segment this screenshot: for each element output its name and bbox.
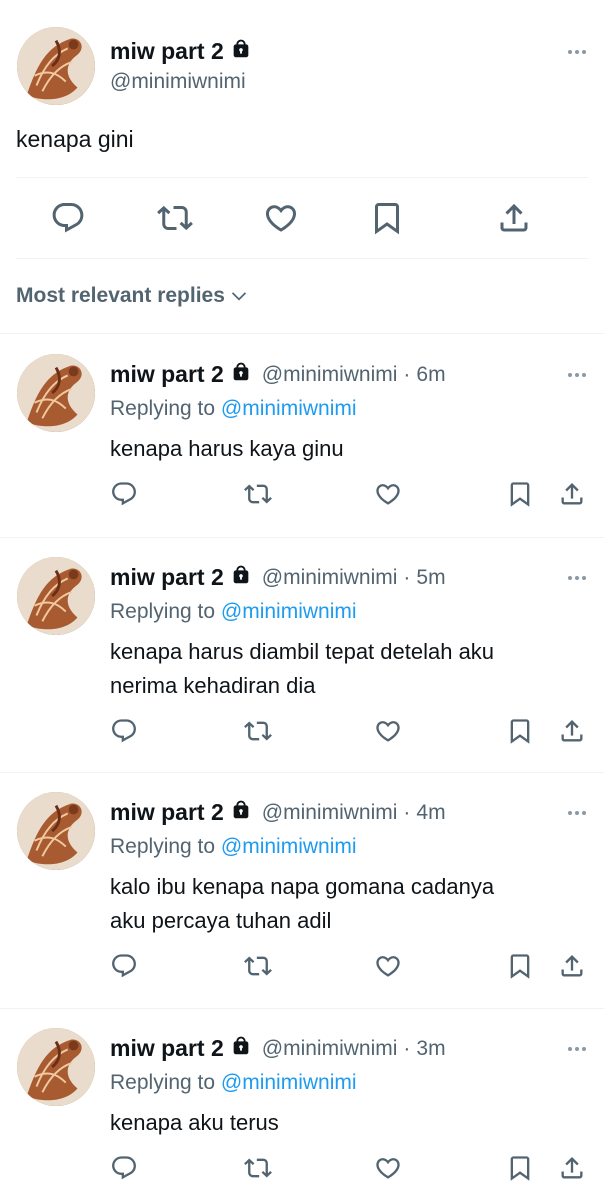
reply-icon[interactable]: [110, 480, 138, 508]
divider: [0, 333, 604, 334]
reply-text-line: kenapa harus kaya ginu: [110, 436, 344, 461]
share-icon[interactable]: [558, 952, 586, 980]
divider: [16, 177, 588, 178]
divider: [16, 258, 588, 259]
separator-dot: ·: [403, 362, 411, 386]
reply-header: miw part 2 @minimiwnimi · 5m: [110, 564, 446, 591]
reply-header: miw part 2 @minimiwnimi · 4m: [110, 799, 446, 826]
reply-text: kenapa harus diambil tepat detelah aku ne…: [110, 635, 494, 703]
reply-text: kenapa aku terus: [110, 1106, 279, 1140]
more-options-icon[interactable]: [565, 40, 589, 64]
reply-header: miw part 2 @minimiwnimi · 3m: [110, 1035, 446, 1062]
share-icon[interactable]: [558, 480, 586, 508]
divider: [0, 1008, 604, 1009]
lock-icon: [230, 1035, 252, 1062]
share-icon[interactable]: [558, 717, 586, 745]
lock-icon: [230, 799, 252, 826]
replying-to: Replying to @minimiwnimi: [110, 397, 357, 421]
more-options-icon[interactable]: [565, 801, 589, 825]
bookmark-icon[interactable]: [506, 717, 534, 745]
author-name[interactable]: miw part 2: [110, 38, 224, 65]
reply-avatar[interactable]: [17, 354, 95, 432]
reply-author-handle[interactable]: @minimiwnimi: [262, 801, 398, 825]
more-options-icon[interactable]: [565, 363, 589, 387]
reply-text-line: kalo ibu kenapa napa gomana cadanya: [110, 874, 495, 899]
bookmark-icon[interactable]: [506, 1154, 534, 1182]
tweet-text: kenapa gini: [16, 126, 134, 152]
heart-icon[interactable]: [374, 480, 402, 508]
heart-icon[interactable]: [374, 1154, 402, 1182]
reply-icon[interactable]: [110, 952, 138, 980]
reply-text-line: kenapa aku terus: [110, 1110, 279, 1135]
author-handle[interactable]: @minimiwnimi: [110, 70, 246, 94]
reply-text-line: kenapa harus diambil tepat detelah aku: [110, 639, 495, 664]
reply-text-line: nerima kehadiran dia: [110, 673, 316, 698]
heart-icon[interactable]: [374, 717, 402, 745]
heart-icon[interactable]: [263, 200, 299, 236]
replying-to: Replying to @minimiwnimi: [110, 835, 357, 859]
chevron-down-icon: [229, 286, 249, 306]
bookmark-icon[interactable]: [369, 200, 405, 236]
replying-prefix: Replying to: [110, 1071, 221, 1094]
reply-avatar[interactable]: [17, 557, 95, 635]
more-options-icon[interactable]: [565, 566, 589, 590]
replying-prefix: Replying to: [110, 397, 221, 420]
reply-author-handle[interactable]: @minimiwnimi: [262, 1037, 398, 1061]
lock-icon: [230, 564, 252, 591]
lock-icon: [230, 361, 252, 388]
reply-timestamp[interactable]: 5m: [416, 566, 445, 590]
reply-author-name[interactable]: miw part 2: [110, 799, 224, 826]
reply-header: miw part 2 @minimiwnimi · 6m: [110, 361, 446, 388]
bookmark-icon[interactable]: [506, 480, 534, 508]
reply-text: kalo ibu kenapa napa gomana cadanya aku p…: [110, 870, 494, 938]
reply-avatar[interactable]: [17, 792, 95, 870]
reply-timestamp[interactable]: 4m: [416, 801, 445, 825]
retweet-icon[interactable]: [244, 480, 272, 508]
reply-text: kenapa harus kaya ginu: [110, 432, 344, 466]
separator-dot: ·: [403, 1036, 411, 1060]
reply-timestamp[interactable]: 3m: [416, 1037, 445, 1061]
retweet-icon[interactable]: [157, 200, 193, 236]
bookmark-icon[interactable]: [506, 952, 534, 980]
replying-mention-link[interactable]: @minimiwnimi: [221, 835, 357, 858]
reply-author-name[interactable]: miw part 2: [110, 564, 224, 591]
divider: [0, 537, 604, 538]
retweet-icon[interactable]: [244, 952, 272, 980]
replying-mention-link[interactable]: @minimiwnimi: [221, 1071, 357, 1094]
reply-author-name[interactable]: miw part 2: [110, 361, 224, 388]
reply-icon[interactable]: [110, 717, 138, 745]
reply-author-handle[interactable]: @minimiwnimi: [262, 363, 398, 387]
share-icon[interactable]: [496, 200, 532, 236]
replying-prefix: Replying to: [110, 835, 221, 858]
author-avatar[interactable]: [17, 27, 95, 105]
reply-icon[interactable]: [50, 200, 86, 236]
reply-text-line: aku percaya tuhan adil: [110, 908, 332, 933]
sort-replies-button[interactable]: Most relevant replies: [16, 284, 249, 308]
heart-icon[interactable]: [374, 952, 402, 980]
lock-icon: [230, 38, 252, 65]
separator-dot: ·: [403, 800, 411, 824]
author-name-row: miw part 2: [110, 38, 252, 65]
divider: [0, 772, 604, 773]
separator-dot: ·: [403, 565, 411, 589]
sort-label: Most relevant replies: [16, 284, 225, 307]
reply-avatar[interactable]: [17, 1028, 95, 1106]
reply-author-name[interactable]: miw part 2: [110, 1035, 224, 1062]
retweet-icon[interactable]: [244, 1154, 272, 1182]
reply-author-handle[interactable]: @minimiwnimi: [262, 566, 398, 590]
share-icon[interactable]: [558, 1154, 586, 1182]
reply-icon[interactable]: [110, 1154, 138, 1182]
more-options-icon[interactable]: [565, 1037, 589, 1061]
replying-prefix: Replying to: [110, 600, 221, 623]
replying-mention-link[interactable]: @minimiwnimi: [221, 600, 357, 623]
replying-to: Replying to @minimiwnimi: [110, 1071, 357, 1095]
replying-to: Replying to @minimiwnimi: [110, 600, 357, 624]
reply-timestamp[interactable]: 6m: [416, 363, 445, 387]
retweet-icon[interactable]: [244, 717, 272, 745]
replying-mention-link[interactable]: @minimiwnimi: [221, 397, 357, 420]
